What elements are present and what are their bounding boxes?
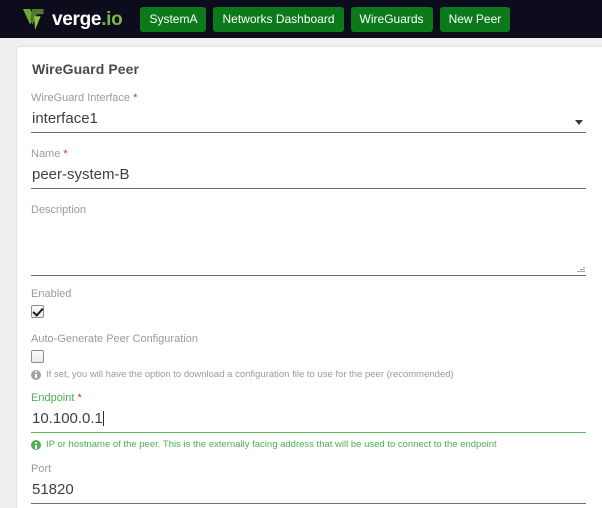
description-label: Description bbox=[31, 204, 87, 216]
breadcrumb: SystemA Networks Dashboard WireGuards Ne… bbox=[140, 6, 511, 32]
field-name: Name * peer-system-B bbox=[31, 149, 586, 189]
logo-wordmark: verge.io bbox=[52, 8, 123, 30]
field-wireguard-interface: WireGuard Interface * interface1 bbox=[31, 93, 586, 133]
wireguard-interface-label: WireGuard Interface * bbox=[31, 92, 138, 104]
enabled-checkbox[interactable] bbox=[31, 305, 44, 318]
name-input[interactable]: peer-system-B bbox=[31, 165, 586, 189]
logo-word: verge bbox=[52, 8, 102, 30]
port-label: Port bbox=[31, 462, 52, 475]
info-icon bbox=[31, 369, 41, 380]
endpoint-value: 10.100.0.1 bbox=[32, 410, 104, 428]
auto-generate-checkbox[interactable] bbox=[31, 350, 44, 363]
info-icon bbox=[31, 440, 41, 451]
field-enabled: Enabled bbox=[31, 289, 586, 318]
breadcrumb-item-networks-dashboard[interactable]: Networks Dashboard bbox=[213, 6, 344, 32]
wireguard-interface-value: interface1 bbox=[32, 110, 98, 127]
verge-v-logo-icon bbox=[22, 8, 44, 30]
description-textarea[interactable] bbox=[31, 221, 586, 276]
required-asterisk: * bbox=[133, 92, 138, 104]
breadcrumb-item-new-peer[interactable]: New Peer bbox=[439, 6, 511, 32]
required-asterisk: * bbox=[63, 148, 68, 160]
name-value: peer-system-B bbox=[32, 166, 130, 183]
text-cursor bbox=[102, 411, 104, 427]
required-asterisk: * bbox=[77, 392, 82, 405]
verge-logo[interactable]: verge.io bbox=[22, 8, 123, 31]
endpoint-hint: IP or hostname of the peer. This is the … bbox=[31, 439, 586, 450]
name-label: Name * bbox=[31, 148, 68, 160]
chevron-down-icon bbox=[575, 120, 583, 125]
field-auto-generate-peer-configuration: Auto-Generate Peer Configuration If set,… bbox=[31, 334, 586, 380]
port-value: 51820 bbox=[32, 480, 74, 498]
page-body: WireGuard Peer WireGuard Interface * int… bbox=[0, 38, 602, 508]
wireguard-peer-card: WireGuard Peer WireGuard Interface * int… bbox=[16, 46, 602, 508]
auto-generate-hint-text: If set, you will have the option to down… bbox=[46, 369, 454, 380]
endpoint-label: Endpoint * bbox=[31, 392, 82, 405]
endpoint-hint-text: IP or hostname of the peer. This is the … bbox=[46, 439, 497, 451]
breadcrumb-item-wireguards[interactable]: WireGuards bbox=[350, 6, 433, 32]
field-description: Description bbox=[31, 205, 586, 276]
port-input[interactable]: 51820 bbox=[31, 480, 586, 504]
wireguard-interface-select[interactable]: interface1 bbox=[31, 109, 586, 133]
breadcrumb-item-systema[interactable]: SystemA bbox=[140, 6, 207, 32]
field-endpoint: Endpoint * 10.100.0.1 IP or hostname of … bbox=[31, 393, 586, 450]
top-navigation-bar: verge.io SystemA Networks Dashboard Wire… bbox=[0, 0, 602, 38]
page-title: WireGuard Peer bbox=[32, 61, 140, 77]
endpoint-input[interactable]: 10.100.0.1 bbox=[31, 409, 586, 434]
auto-generate-hint: If set, you will have the option to down… bbox=[31, 369, 586, 380]
enabled-label: Enabled bbox=[31, 288, 72, 300]
resize-handle-icon[interactable] bbox=[577, 265, 585, 273]
field-port: Port 51820 bbox=[31, 462, 586, 504]
auto-generate-label: Auto-Generate Peer Configuration bbox=[31, 333, 198, 345]
logo-suffix: .io bbox=[101, 8, 123, 30]
